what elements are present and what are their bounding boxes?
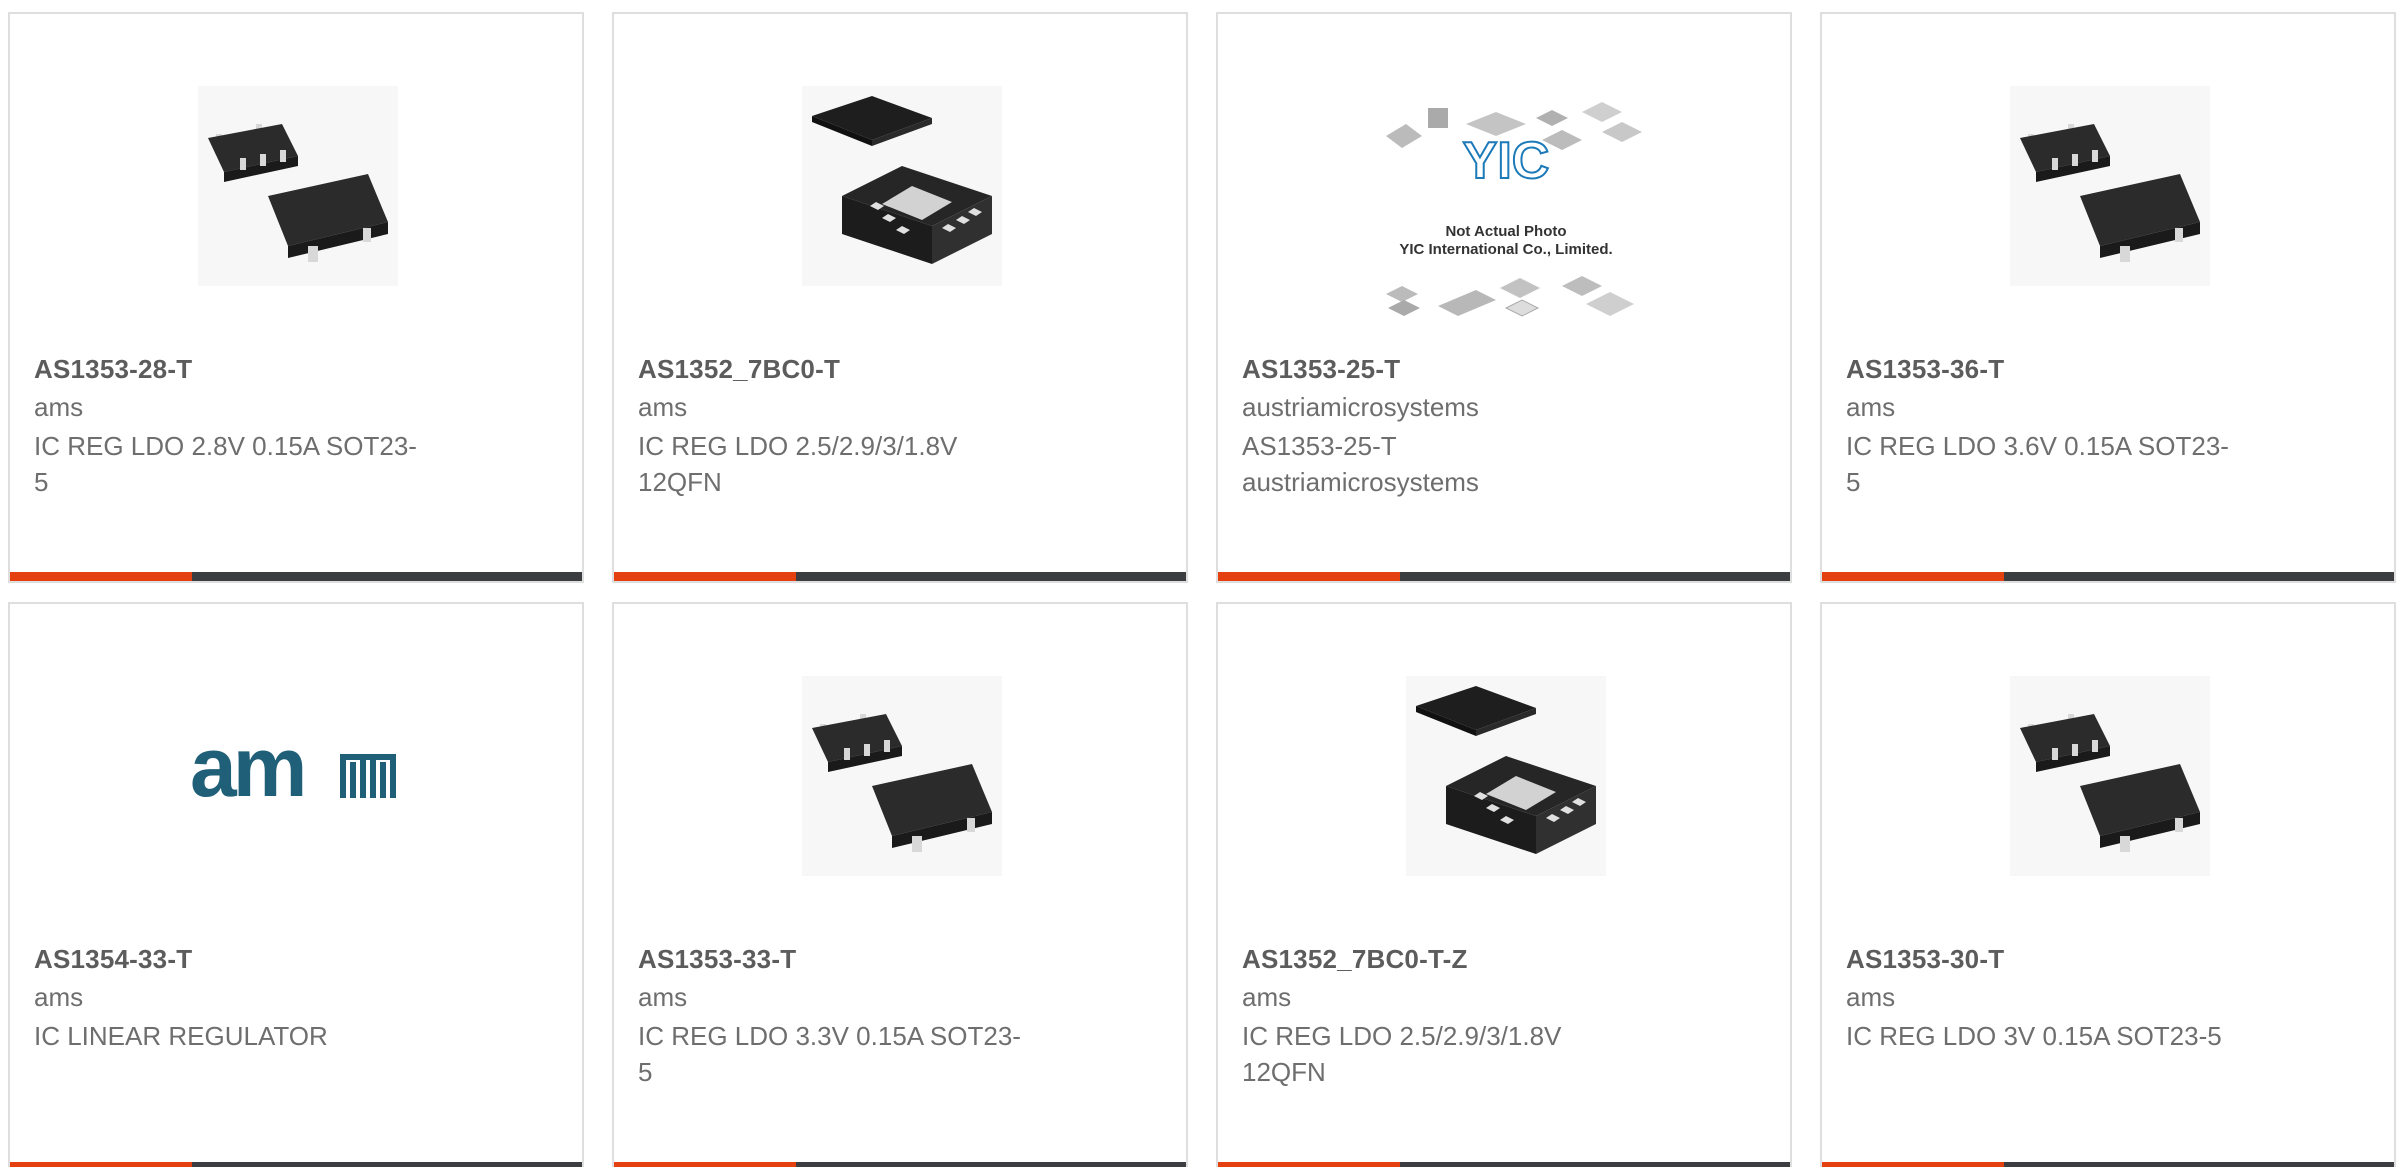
- card-progress-accent: [1822, 572, 2004, 581]
- part-description: AS1353-25-T austriamicrosystems: [1242, 431, 1479, 497]
- card-progress-bar: [1218, 572, 1790, 581]
- part-description: IC REG LDO 3.6V 0.15A SOT23- 5: [1846, 431, 2229, 497]
- product-image-placeholder[interactable]: YIC Not Actual Photo YIC International C…: [1366, 94, 1646, 354]
- part-description: IC REG LDO 2.5/2.9/3/1.8V 12QFN: [638, 431, 958, 497]
- card-progress-bar: [10, 572, 582, 581]
- product-grid: AS1353-28-T ams IC REG LDO 2.8V 0.15A SO…: [0, 0, 2400, 1167]
- product-card[interactable]: AS1353-33-T ams IC REG LDO 3.3V 0.15A SO…: [612, 602, 1188, 1167]
- card-progress-accent: [10, 572, 192, 581]
- product-card[interactable]: YIC Not Actual Photo YIC International C…: [1216, 12, 1792, 583]
- card-progress-bar: [614, 1162, 1186, 1167]
- ams-logo-mark: [340, 754, 396, 798]
- product-image-sot23[interactable]: [2010, 676, 2210, 876]
- part-description: IC REG LDO 2.5/2.9/3/1.8V 12QFN: [1242, 1021, 1562, 1087]
- manufacturer-name: ams: [638, 982, 688, 1012]
- manufacturer-name: austriamicrosystems: [1242, 392, 1479, 422]
- product-image-sot23[interactable]: [802, 676, 1002, 876]
- card-progress-bar: [1822, 1162, 2394, 1167]
- product-card[interactable]: am AS1354-33-T ams IC LINEAR REGULATOR: [8, 602, 584, 1167]
- ams-logo-text: am: [190, 724, 303, 814]
- manufacturer-name: ams: [34, 982, 84, 1012]
- manufacturer-name: ams: [1846, 982, 1896, 1012]
- card-progress-bar: [1822, 572, 2394, 581]
- card-progress-accent: [614, 1162, 796, 1167]
- manufacturer-name: ams: [638, 392, 688, 422]
- product-card[interactable]: AS1353-36-T ams IC REG LDO 3.6V 0.15A SO…: [1820, 12, 2396, 583]
- card-progress-accent: [614, 572, 796, 581]
- part-number[interactable]: AS1353-30-T: [1846, 944, 2004, 975]
- product-card[interactable]: AS1352_7BC0-T-Z ams IC REG LDO 2.5/2.9/3…: [1216, 602, 1792, 1167]
- product-image-sot23[interactable]: [198, 86, 398, 286]
- part-number[interactable]: AS1353-36-T: [1846, 354, 2004, 385]
- card-progress-bar: [614, 572, 1186, 581]
- part-number[interactable]: AS1353-33-T: [638, 944, 796, 975]
- card-progress-accent: [1822, 1162, 2004, 1167]
- part-description: IC REG LDO 2.8V 0.15A SOT23- 5: [34, 431, 417, 497]
- placeholder-line1: Not Actual Photo: [1445, 223, 1566, 240]
- part-number[interactable]: AS1352_7BC0-T-Z: [1242, 944, 1468, 975]
- product-image-sot23[interactable]: [2010, 86, 2210, 286]
- manufacturer-name: ams: [34, 392, 84, 422]
- card-progress-bar: [1218, 1162, 1790, 1167]
- part-number[interactable]: AS1353-25-T: [1242, 354, 1400, 385]
- part-description: IC REG LDO 3V 0.15A SOT23-5: [1846, 1021, 2222, 1051]
- card-progress-accent: [10, 1162, 192, 1167]
- part-number[interactable]: AS1352_7BC0-T: [638, 354, 840, 385]
- placeholder-line2: YIC International Co., Limited.: [1399, 241, 1612, 258]
- card-progress-accent: [1218, 572, 1400, 581]
- ams-logo[interactable]: am: [190, 724, 410, 824]
- product-image-qfn[interactable]: [1406, 676, 1606, 876]
- part-description: IC REG LDO 3.3V 0.15A SOT23- 5: [638, 1021, 1021, 1087]
- part-number[interactable]: AS1354-33-T: [34, 944, 192, 975]
- product-card[interactable]: AS1352_7BC0-T ams IC REG LDO 2.5/2.9/3/1…: [612, 12, 1188, 583]
- part-number[interactable]: AS1353-28-T: [34, 354, 192, 385]
- product-card[interactable]: AS1353-30-T ams IC REG LDO 3V 0.15A SOT2…: [1820, 602, 2396, 1167]
- manufacturer-name: ams: [1846, 392, 1896, 422]
- product-image-qfn[interactable]: [802, 86, 1002, 286]
- part-description: IC LINEAR REGULATOR: [34, 1021, 328, 1051]
- manufacturer-name: ams: [1242, 982, 1292, 1012]
- card-progress-accent: [1218, 1162, 1400, 1167]
- card-progress-bar: [10, 1162, 582, 1167]
- yic-logo-text: YIC: [1463, 132, 1550, 190]
- product-card[interactable]: AS1353-28-T ams IC REG LDO 2.8V 0.15A SO…: [8, 12, 584, 583]
